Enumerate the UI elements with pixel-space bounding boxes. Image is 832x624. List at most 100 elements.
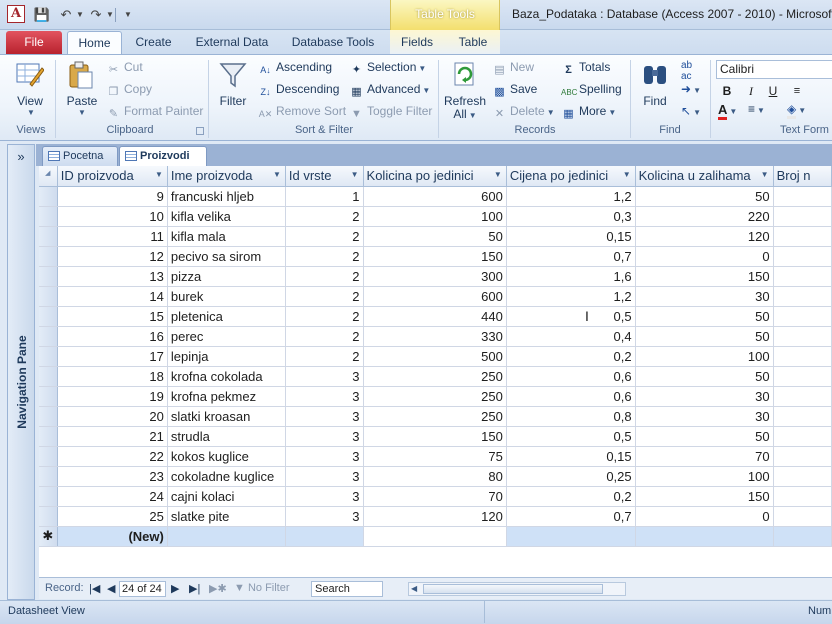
cell-name[interactable]: strudla: [167, 426, 286, 447]
cell-type-id[interactable]: 1: [285, 186, 364, 207]
record-selector[interactable]: [39, 346, 58, 367]
cell-name[interactable]: kokos kuglice: [167, 446, 286, 467]
cell-stock[interactable]: 0: [635, 246, 774, 267]
paste-dropdown-icon[interactable]: ▼: [78, 108, 86, 117]
align-left-icon[interactable]: ≡: [789, 82, 805, 100]
copy-button[interactable]: ❐ Copy: [106, 82, 152, 99]
tab-external-data[interactable]: External Data: [190, 31, 274, 55]
cell-id[interactable]: 17: [57, 346, 168, 367]
cell-unit-price[interactable]: 0,8: [506, 406, 636, 427]
cell-stock[interactable]: 50: [635, 426, 774, 447]
no-filter-button[interactable]: ▼ No Filter: [234, 582, 290, 594]
previous-record-icon[interactable]: ◀: [107, 582, 115, 595]
record-selector[interactable]: [39, 266, 58, 287]
cell-extra[interactable]: [773, 286, 832, 307]
table-row[interactable]: 15 pletenica 2 440 0,5 50: [39, 306, 832, 327]
cell-extra[interactable]: [773, 346, 832, 367]
cell-id[interactable]: 13: [57, 266, 168, 287]
cell-extra[interactable]: [773, 366, 832, 387]
record-selector[interactable]: [39, 486, 58, 507]
cell-type-id[interactable]: 2: [285, 266, 364, 287]
cell-id[interactable]: 16: [57, 326, 168, 347]
cell-qty-per-unit[interactable]: 250: [363, 406, 507, 427]
column-dropdown-icon[interactable]: ▼: [155, 170, 163, 179]
cell-unit-price[interactable]: 1,2: [506, 286, 636, 307]
cell-type-id[interactable]: 3: [285, 406, 364, 427]
cell-name[interactable]: pecivo sa sirom: [167, 246, 286, 267]
column-header-id-proizvoda[interactable]: ID proizvoda ▼: [57, 166, 168, 187]
cell-type-id[interactable]: 2: [285, 306, 364, 327]
cell-name[interactable]: perec: [167, 326, 286, 347]
italic-button[interactable]: I: [743, 82, 759, 100]
cell-name[interactable]: cokoladne kuglice: [167, 466, 286, 487]
nav-pane-expand-icon[interactable]: »: [8, 147, 34, 167]
clipboard-launcher-icon[interactable]: [196, 127, 204, 135]
customize-qat-icon[interactable]: ▼: [119, 6, 137, 24]
cell-qty-per-unit[interactable]: 500: [363, 346, 507, 367]
cell-qty-per-unit[interactable]: 120: [363, 506, 507, 527]
record-selector[interactable]: [39, 426, 58, 447]
cell-qty-per-unit[interactable]: 75: [363, 446, 507, 467]
first-record-icon[interactable]: |◀: [89, 582, 100, 595]
cell-extra[interactable]: [773, 506, 832, 527]
tab-database-tools[interactable]: Database Tools: [285, 31, 381, 55]
cell-extra[interactable]: [773, 226, 832, 247]
cell-id[interactable]: 15: [57, 306, 168, 327]
font-align-button[interactable]: ≡ ▼: [748, 102, 774, 120]
cell-stock[interactable]: [635, 526, 774, 547]
column-dropdown-icon[interactable]: ▼: [351, 170, 359, 179]
cell-unit-price[interactable]: 0,25: [506, 466, 636, 487]
cell-name[interactable]: slatki kroasan: [167, 406, 286, 427]
find-button[interactable]: [640, 60, 670, 93]
column-header-kolicina-po-jedinici[interactable]: Kolicina po jedinici ▼: [363, 166, 507, 187]
cell-id[interactable]: 12: [57, 246, 168, 267]
record-selector[interactable]: [39, 286, 58, 307]
cell-id[interactable]: 22: [57, 446, 168, 467]
record-selector[interactable]: [39, 246, 58, 267]
record-selector[interactable]: [39, 306, 58, 327]
column-dropdown-icon[interactable]: ▼: [273, 170, 281, 179]
cell-id[interactable]: 18: [57, 366, 168, 387]
cell-id[interactable]: 19: [57, 386, 168, 407]
cell-unit-price[interactable]: 0,6: [506, 366, 636, 387]
table-row[interactable]: 25 slatke pite 3 120 0,7 0: [39, 506, 832, 527]
table-row[interactable]: 23 cokoladne kuglice 3 80 0,25 100: [39, 466, 832, 487]
tab-table[interactable]: Table: [450, 31, 496, 55]
navigation-pane[interactable]: » Navigation Pane: [7, 144, 35, 600]
new-record-asterisk-icon[interactable]: ✱: [39, 526, 58, 547]
refresh-all-button[interactable]: [450, 60, 480, 93]
cell-qty-per-unit[interactable]: 80: [363, 466, 507, 487]
table-row[interactable]: 16 perec 2 330 0,4 50: [39, 326, 832, 347]
doc-tab-pocetna[interactable]: Pocetna: [42, 146, 118, 166]
toggle-filter-button[interactable]: ▼ Toggle Filter: [349, 104, 432, 121]
table-row[interactable]: 12 pecivo sa sirom 2 150 0,7 0: [39, 246, 832, 267]
cell-name[interactable]: kifla velika: [167, 206, 286, 227]
datasheet-grid[interactable]: ◢ ID proizvoda ▼ Ime proizvoda ▼ Id vrste ▼…: [39, 166, 832, 577]
cell-stock[interactable]: 100: [635, 346, 774, 367]
more-button[interactable]: ▦ More ▼: [561, 104, 616, 121]
cell-qty-per-unit[interactable]: 330: [363, 326, 507, 347]
cell-unit-price[interactable]: 1,2: [506, 186, 636, 207]
cell-unit-price[interactable]: 0,6: [506, 386, 636, 407]
font-color-button[interactable]: A ▼: [718, 102, 746, 120]
table-row[interactable]: 14 burek 2 600 1,2 30: [39, 286, 832, 307]
current-record-field[interactable]: 24 of 24: [119, 581, 166, 597]
cell-id[interactable]: 25: [57, 506, 168, 527]
descending-button[interactable]: Z↓ Descending: [258, 82, 340, 99]
cell-qty-per-unit[interactable]: 250: [363, 386, 507, 407]
cell-name[interactable]: francuski hljeb: [167, 186, 286, 207]
cell-qty-per-unit[interactable]: 440: [363, 306, 507, 327]
cell-stock[interactable]: 70: [635, 446, 774, 467]
paste-button[interactable]: [66, 60, 96, 93]
bold-button[interactable]: B: [719, 82, 735, 100]
cell-name[interactable]: slatke pite: [167, 506, 286, 527]
cell-id[interactable]: 9: [57, 186, 168, 207]
cell-unit-price[interactable]: 0,7: [506, 246, 636, 267]
column-header-ime-proizvoda[interactable]: Ime proizvoda ▼: [167, 166, 286, 187]
cell-id[interactable]: 24: [57, 486, 168, 507]
cell-stock[interactable]: 30: [635, 286, 774, 307]
cell-name[interactable]: cajni kolaci: [167, 486, 286, 507]
column-header-broj[interactable]: Broj n: [773, 166, 832, 187]
select-icon[interactable]: ↖ ▼: [681, 104, 701, 118]
record-selector[interactable]: [39, 446, 58, 467]
